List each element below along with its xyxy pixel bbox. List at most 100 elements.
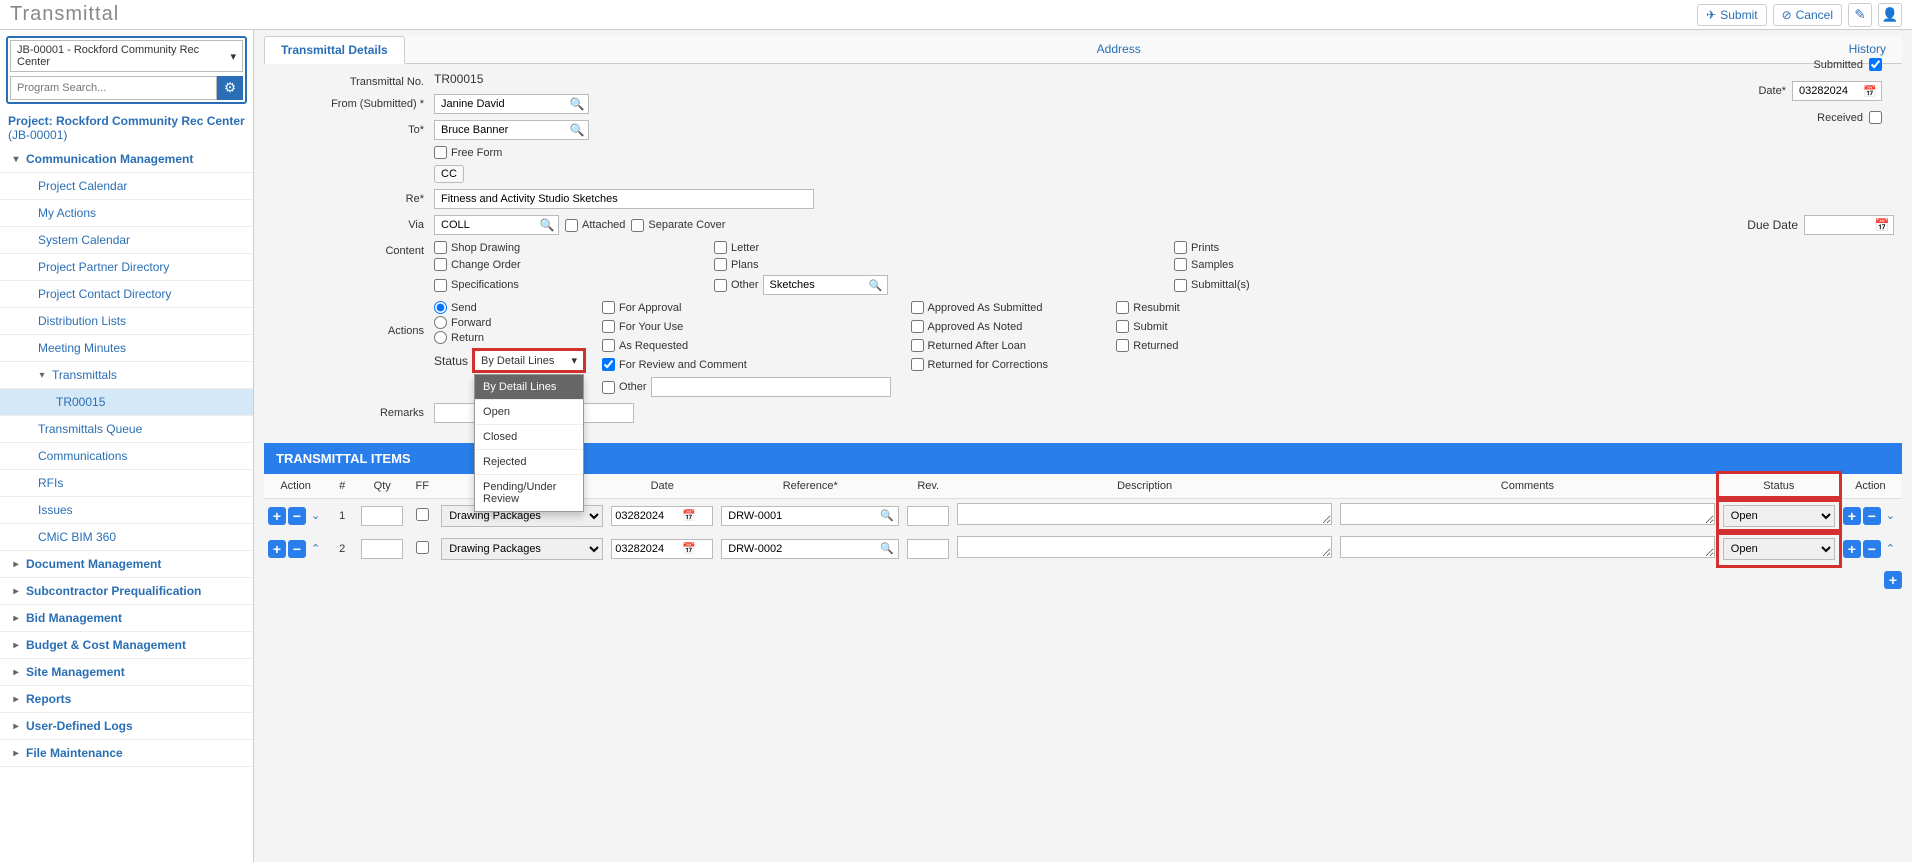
- search-icon[interactable]: 🔍: [566, 123, 588, 137]
- calendar-icon[interactable]: 📅: [682, 542, 696, 555]
- comments-input[interactable]: [1340, 536, 1715, 558]
- sidebar-item-issues[interactable]: Issues: [0, 497, 253, 524]
- ff-checkbox[interactable]: [416, 508, 429, 521]
- search-icon[interactable]: 🔍: [566, 97, 588, 111]
- sidebar-item-my-actions[interactable]: My Actions: [0, 200, 253, 227]
- project-dropdown[interactable]: JB-00001 - Rockford Community Rec Center…: [10, 40, 243, 72]
- row-add-button-2[interactable]: +: [1843, 540, 1861, 558]
- program-search-input[interactable]: [10, 76, 217, 100]
- letter-checkbox[interactable]: [714, 241, 727, 254]
- sidebar-item-file-maintenance[interactable]: ▸File Maintenance: [0, 740, 253, 767]
- sidebar-item-bid-management[interactable]: ▸Bid Management: [0, 605, 253, 632]
- qty-input[interactable]: [361, 539, 403, 559]
- sidebar-item-meeting-minutes[interactable]: Meeting Minutes: [0, 335, 253, 362]
- sidebar-item-site-management[interactable]: ▸Site Management: [0, 659, 253, 686]
- search-icon[interactable]: 🔍: [536, 218, 558, 232]
- search-settings-button[interactable]: ⚙: [217, 76, 243, 100]
- status-option-closed[interactable]: Closed: [475, 425, 583, 450]
- row-add-button[interactable]: +: [268, 540, 286, 558]
- from-input[interactable]: [435, 95, 566, 113]
- sidebar-item-budget-cost-management[interactable]: ▸Budget & Cost Management: [0, 632, 253, 659]
- send-radio[interactable]: [434, 301, 447, 314]
- status-option-rejected[interactable]: Rejected: [475, 450, 583, 475]
- re-input[interactable]: [434, 189, 814, 209]
- as-requested-checkbox[interactable]: [602, 339, 615, 352]
- status-select[interactable]: Open: [1723, 505, 1835, 527]
- rev-input[interactable]: [907, 539, 949, 559]
- comments-input[interactable]: [1340, 503, 1715, 525]
- via-input[interactable]: [435, 216, 536, 234]
- sidebar-item-rfis[interactable]: RFIs: [0, 470, 253, 497]
- chevron-up-icon[interactable]: ⌃: [1883, 542, 1898, 555]
- specifications-checkbox[interactable]: [434, 279, 447, 292]
- forward-radio[interactable]: [434, 316, 447, 329]
- status-option-by-detail-lines[interactable]: By Detail Lines: [475, 375, 583, 400]
- chevron-up-icon[interactable]: ⌃: [308, 542, 323, 555]
- status-option-open[interactable]: Open: [475, 400, 583, 425]
- other-content-input[interactable]: [764, 276, 865, 294]
- row-remove-button[interactable]: −: [288, 507, 306, 525]
- approved-submitted-checkbox[interactable]: [911, 301, 924, 314]
- sepcover-checkbox[interactable]: [631, 219, 644, 232]
- attached-checkbox[interactable]: [565, 219, 578, 232]
- submit-button[interactable]: ✈Submit: [1697, 4, 1766, 26]
- due-date-input[interactable]: [1805, 216, 1871, 234]
- row-add-button[interactable]: +: [268, 507, 286, 525]
- returned-loan-checkbox[interactable]: [911, 339, 924, 352]
- chevron-down-icon[interactable]: ⌄: [308, 509, 323, 522]
- row-remove-button-2[interactable]: −: [1863, 507, 1881, 525]
- sidebar-item-tr00015[interactable]: TR00015: [0, 389, 253, 416]
- row-remove-button-2[interactable]: −: [1863, 540, 1881, 558]
- return-radio[interactable]: [434, 331, 447, 344]
- shop-drawing-checkbox[interactable]: [434, 241, 447, 254]
- freeform-checkbox[interactable]: [434, 146, 447, 159]
- search-icon[interactable]: 🔍: [876, 542, 898, 555]
- qty-input[interactable]: [361, 506, 403, 526]
- item-date-input[interactable]: [612, 540, 682, 558]
- reference-input[interactable]: [722, 540, 876, 558]
- row-remove-button[interactable]: −: [288, 540, 306, 558]
- sidebar-item-project-partner-directory[interactable]: Project Partner Directory: [0, 254, 253, 281]
- plans-checkbox[interactable]: [714, 258, 727, 271]
- for-your-use-checkbox[interactable]: [602, 320, 615, 333]
- calendar-icon[interactable]: 📅: [682, 509, 696, 522]
- calendar-icon[interactable]: 📅: [1871, 218, 1893, 232]
- row-add-button-2[interactable]: +: [1843, 507, 1861, 525]
- cc-button[interactable]: CC: [434, 165, 464, 183]
- description-input[interactable]: [957, 503, 1332, 525]
- sidebar-item-document-management[interactable]: ▸Document Management: [0, 551, 253, 578]
- change-order-checkbox[interactable]: [434, 258, 447, 271]
- item-date-input[interactable]: [612, 507, 682, 525]
- tab-address[interactable]: Address: [405, 36, 1833, 63]
- for-approval-checkbox[interactable]: [602, 301, 615, 314]
- sidebar-item-reports[interactable]: ▸Reports: [0, 686, 253, 713]
- chevron-down-icon[interactable]: ⌄: [1883, 509, 1898, 522]
- sidebar-item-distribution-lists[interactable]: Distribution Lists: [0, 308, 253, 335]
- samples-checkbox[interactable]: [1174, 258, 1187, 271]
- add-row-button[interactable]: +: [1884, 571, 1902, 589]
- sidebar-item-user-defined-logs[interactable]: ▸User-Defined Logs: [0, 713, 253, 740]
- resubmit-checkbox[interactable]: [1116, 301, 1129, 314]
- status-option-pending-under-review[interactable]: Pending/Under Review: [475, 475, 583, 511]
- other-action-input[interactable]: [651, 377, 891, 397]
- sidebar-item-communication-management[interactable]: ▾Communication Management: [0, 146, 253, 173]
- item-select[interactable]: Drawing Packages: [441, 538, 603, 560]
- sidebar-item-transmittals-queue[interactable]: Transmittals Queue: [0, 416, 253, 443]
- other-action-checkbox[interactable]: [602, 381, 615, 394]
- sidebar-item-system-calendar[interactable]: System Calendar: [0, 227, 253, 254]
- rev-input[interactable]: [907, 506, 949, 526]
- sidebar-item-cmic-bim-360[interactable]: CMiC BIM 360: [0, 524, 253, 551]
- status-select[interactable]: By Detail Lines ▾: [474, 350, 584, 371]
- search-icon[interactable]: 🔍: [865, 279, 887, 292]
- for-review-checkbox[interactable]: [602, 358, 615, 371]
- sidebar-item-project-contact-directory[interactable]: Project Contact Directory: [0, 281, 253, 308]
- description-input[interactable]: [957, 536, 1332, 558]
- tab-transmittal-details[interactable]: Transmittal Details: [264, 36, 405, 64]
- date-input[interactable]: [1793, 82, 1859, 100]
- sidebar-item-transmittals[interactable]: ▾Transmittals: [0, 362, 253, 389]
- sidebar-item-subcontractor-prequalification[interactable]: ▸Subcontractor Prequalification: [0, 578, 253, 605]
- user-button[interactable]: 👤: [1878, 3, 1902, 27]
- other-content-checkbox[interactable]: [714, 279, 727, 292]
- calendar-icon[interactable]: 📅: [1859, 85, 1881, 98]
- submittals-checkbox[interactable]: [1174, 279, 1187, 292]
